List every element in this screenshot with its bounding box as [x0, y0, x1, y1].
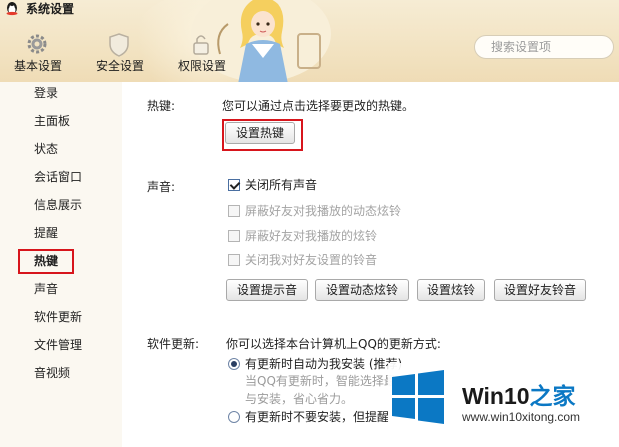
radio-label: 有更新时自动为我安装 (推荐): [245, 357, 403, 371]
set-dynamic-ringtone-button[interactable]: 设置动态炫铃: [315, 279, 409, 301]
tab-security-settings[interactable]: 安全设置: [88, 32, 152, 80]
update-description: 你可以选择本台计算机上QQ的更新方式:: [226, 337, 441, 351]
update-hint-line1: 当QQ有更新时，智能选择最: [245, 374, 396, 388]
block-dynamic-ringtone-checkbox[interactable]: [228, 205, 240, 217]
watermark-title: Win10之家: [462, 377, 576, 411]
tab-basic-settings[interactable]: 基本设置: [6, 32, 70, 80]
watermark-url: www.win10xitong.com: [462, 410, 581, 424]
radio-label: 有更新时不要安装，但提醒: [245, 410, 390, 424]
set-ringtone-button[interactable]: 设置炫铃: [417, 279, 485, 301]
sidebar-item-info-display[interactable]: 信息展示: [34, 195, 82, 215]
checkbox-label: 屏蔽好友对我播放的动态炫铃: [245, 204, 402, 218]
sound-section-label: 声音:: [147, 180, 176, 194]
tab-label: 基本设置: [13, 59, 62, 73]
sidebar-item-audio-video[interactable]: 音视频: [34, 363, 70, 383]
qq-logo-icon: [6, 2, 18, 16]
sidebar-item-main-panel[interactable]: 主面板: [34, 111, 70, 131]
checkbox-label: 屏蔽好友对我播放的炫铃: [245, 229, 378, 243]
search-box[interactable]: [474, 35, 614, 59]
disable-friend-ringtone-checkbox[interactable]: [228, 254, 240, 266]
watermark-title-accent: 之家: [529, 383, 576, 409]
hotkey-section-label: 热键:: [147, 99, 176, 113]
sidebar-item-sound[interactable]: 声音: [34, 279, 58, 299]
block-ringtone-checkbox[interactable]: [228, 230, 240, 242]
window-title: 系统设置: [26, 2, 75, 16]
windows-logo-icon: [392, 370, 444, 424]
sidebar-highlight-box: [18, 249, 74, 274]
gear-icon: [27, 34, 47, 54]
sidebar-item-login[interactable]: 登录: [34, 83, 58, 103]
hotkey-description: 您可以通过点击选择要更改的热键。: [222, 99, 415, 113]
hotkey-button-highlight-box: [222, 119, 303, 151]
tab-label: 权限设置: [177, 59, 226, 73]
set-friend-ringtone-button[interactable]: 设置好友铃音: [494, 279, 586, 301]
lock-icon: [193, 35, 209, 55]
sidebar-item-software-update[interactable]: 软件更新: [34, 307, 82, 327]
update-hint-line2: 与安装，省心省力。: [245, 392, 354, 406]
search-input[interactable]: [489, 39, 611, 55]
tab-label: 安全设置: [95, 59, 144, 73]
update-section-label: 软件更新:: [147, 337, 200, 351]
sidebar-item-status[interactable]: 状态: [34, 139, 58, 159]
checkbox-label: 关闭我对好友设置的铃音: [245, 253, 378, 267]
auto-install-radio[interactable]: [228, 358, 240, 370]
sidebar-item-file-management[interactable]: 文件管理: [34, 335, 82, 355]
checkbox-label: 关闭所有声音: [245, 178, 318, 192]
shield-icon: [109, 33, 129, 57]
watermark-title-main: Win10: [462, 383, 530, 409]
tab-permission-settings[interactable]: 权限设置: [170, 32, 234, 80]
header: 系统设置 基本设置 安全设置 权限设置: [0, 0, 619, 82]
set-alert-sound-button[interactable]: 设置提示音: [226, 279, 308, 301]
sidebar-item-chat-window[interactable]: 会话窗口: [34, 167, 82, 187]
watermark: Win10之家 www.win10xitong.com: [388, 363, 619, 447]
no-install-remind-radio[interactable]: [228, 411, 240, 423]
sidebar-item-reminders[interactable]: 提醒: [34, 223, 58, 243]
mute-all-sounds-checkbox[interactable]: [228, 179, 240, 191]
